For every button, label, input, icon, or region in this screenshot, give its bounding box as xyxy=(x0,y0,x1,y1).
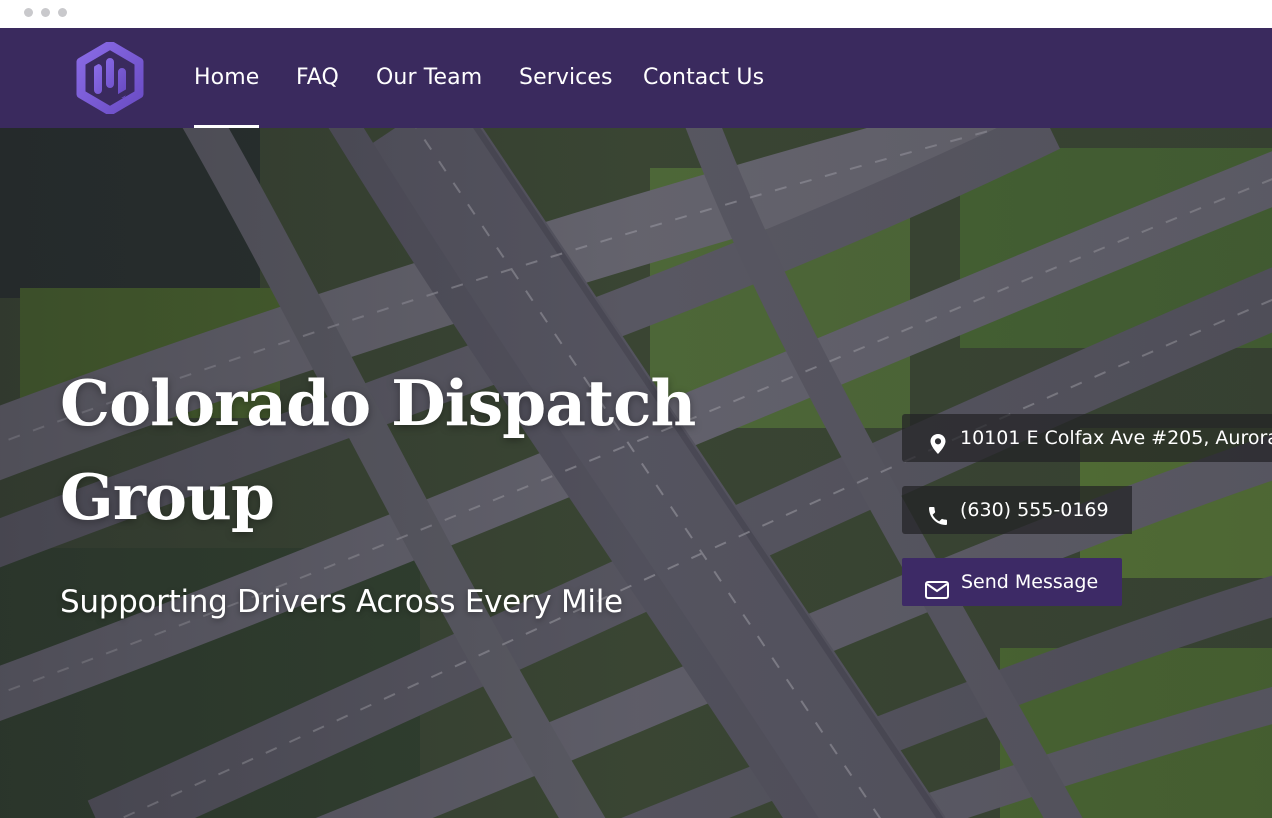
phone-pill[interactable]: (630) 555-0169 xyxy=(902,486,1132,534)
phone-icon xyxy=(926,498,950,525)
hero-title: Colorado Dispatch Group xyxy=(60,356,760,544)
hero-subtitle: Supporting Drivers Across Every Mile xyxy=(60,584,623,620)
nav-item-services[interactable]: Services xyxy=(519,28,613,128)
address-pill[interactable]: 10101 E Colfax Ave #205, Aurora, CO xyxy=(902,414,1272,462)
hexagon-chain-logo-icon[interactable] xyxy=(76,40,144,116)
nav-item-faq[interactable]: FAQ xyxy=(296,28,339,128)
envelope-icon xyxy=(924,571,950,599)
map-pin-icon xyxy=(926,426,950,454)
window-titlebar xyxy=(0,0,1272,28)
hero-title-line-1: Colorado Dispatch xyxy=(60,366,696,440)
nav-item-home[interactable]: Home xyxy=(194,28,260,128)
nav-item-contact-us[interactable]: Contact Us xyxy=(643,28,764,128)
hero-title-line-2: Group xyxy=(60,460,275,534)
send-message-label: Send Message xyxy=(961,571,1099,593)
send-message-button[interactable]: Send Message xyxy=(902,558,1122,606)
window-dot-close[interactable] xyxy=(24,8,33,17)
address-text: 10101 E Colfax Ave #205, Aurora, CO xyxy=(960,427,1272,449)
nav-item-our-team[interactable]: Our Team xyxy=(376,28,482,128)
hero-section: Colorado Dispatch Group Supporting Drive… xyxy=(0,128,1272,818)
site-header: Home FAQ Our Team Services Contact Us xyxy=(0,28,1272,128)
window-dot-minimize[interactable] xyxy=(41,8,50,17)
window-dot-maximize[interactable] xyxy=(58,8,67,17)
phone-text: (630) 555-0169 xyxy=(960,499,1109,521)
